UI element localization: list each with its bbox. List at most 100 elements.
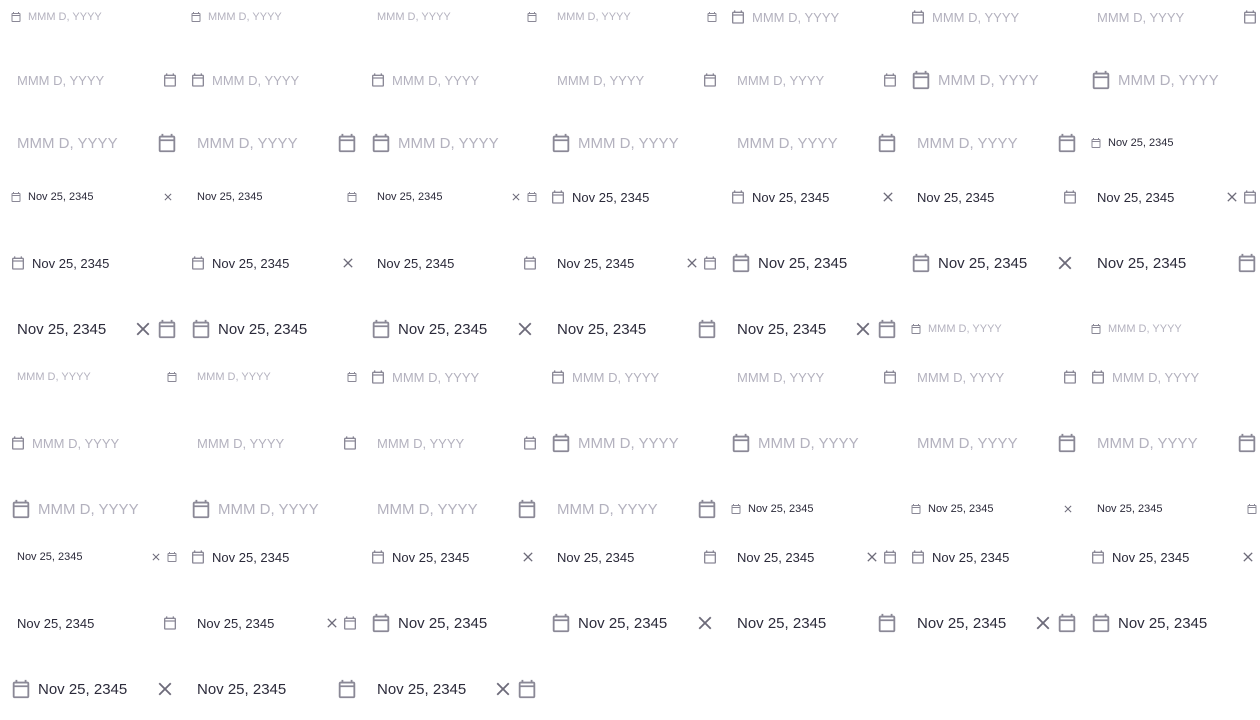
date-picker[interactable]: Nov 25, 2345 xyxy=(370,253,538,273)
date-picker[interactable]: Nov 25, 2345 xyxy=(550,187,718,207)
calendar-icon[interactable] xyxy=(876,612,898,634)
close-icon[interactable] xyxy=(1240,549,1256,565)
date-picker[interactable]: MMM D, YYYY xyxy=(1090,367,1258,387)
calendar-icon[interactable] xyxy=(730,9,746,25)
close-icon[interactable] xyxy=(510,191,522,203)
date-picker[interactable]: Nov 25, 2345 xyxy=(370,547,538,567)
date-picker[interactable]: Nov 25, 2345 xyxy=(10,190,178,204)
date-picker[interactable]: MMM D, YYYY xyxy=(370,130,538,156)
calendar-icon[interactable] xyxy=(342,615,358,631)
calendar-icon[interactable] xyxy=(882,549,898,565)
close-icon[interactable] xyxy=(514,318,536,340)
date-picker[interactable]: MMM D, YYYY xyxy=(370,70,538,90)
calendar-icon[interactable] xyxy=(370,612,392,634)
calendar-icon[interactable] xyxy=(336,132,358,154)
calendar-icon[interactable] xyxy=(730,189,746,205)
calendar-icon[interactable] xyxy=(1056,432,1078,454)
date-picker[interactable]: MMM D, YYYY xyxy=(910,130,1078,156)
calendar-icon[interactable] xyxy=(166,371,178,383)
date-picker[interactable]: MMM D, YYYY xyxy=(550,367,718,387)
calendar-icon[interactable] xyxy=(882,72,898,88)
calendar-icon[interactable] xyxy=(346,191,358,203)
date-picker[interactable]: Nov 25, 2345 xyxy=(730,502,898,516)
calendar-icon[interactable] xyxy=(730,432,752,454)
date-picker[interactable]: Nov 25, 2345 xyxy=(730,547,898,567)
close-icon[interactable] xyxy=(694,612,716,634)
date-picker[interactable]: MMM D, YYYY xyxy=(910,430,1078,456)
calendar-icon[interactable] xyxy=(10,255,26,271)
date-picker[interactable]: Nov 25, 2345 xyxy=(550,547,718,567)
date-picker[interactable]: Nov 25, 2345 xyxy=(910,250,1078,276)
date-picker[interactable]: MMM D, YYYY xyxy=(10,10,178,24)
date-picker[interactable]: MMM D, YYYY xyxy=(550,430,718,456)
calendar-icon[interactable] xyxy=(910,252,932,274)
close-icon[interactable] xyxy=(520,549,536,565)
calendar-icon[interactable] xyxy=(370,549,386,565)
date-picker[interactable]: Nov 25, 2345 xyxy=(910,502,1078,516)
calendar-icon[interactable] xyxy=(10,435,26,451)
date-picker[interactable]: MMM D, YYYY xyxy=(1090,430,1258,456)
calendar-icon[interactable] xyxy=(730,252,752,274)
calendar-icon[interactable] xyxy=(370,72,386,88)
date-picker[interactable]: MMM D, YYYY xyxy=(730,130,898,156)
calendar-icon[interactable] xyxy=(550,189,566,205)
date-picker[interactable]: Nov 25, 2345 xyxy=(190,613,358,633)
calendar-icon[interactable] xyxy=(1242,9,1258,25)
date-picker[interactable]: Nov 25, 2345 xyxy=(910,547,1078,567)
calendar-icon[interactable] xyxy=(526,191,538,203)
close-icon[interactable] xyxy=(1224,189,1240,205)
date-picker[interactable]: Nov 25, 2345 xyxy=(550,316,718,342)
calendar-icon[interactable] xyxy=(910,69,932,91)
calendar-icon[interactable] xyxy=(550,612,572,634)
date-picker[interactable]: Nov 25, 2345 xyxy=(1090,187,1258,207)
calendar-icon[interactable] xyxy=(370,132,392,154)
date-picker[interactable]: MMM D, YYYY xyxy=(370,496,538,522)
date-picker[interactable]: Nov 25, 2345 xyxy=(550,610,718,636)
calendar-icon[interactable] xyxy=(516,678,538,700)
calendar-icon[interactable] xyxy=(1246,503,1258,515)
date-picker[interactable]: MMM D, YYYY xyxy=(10,70,178,90)
date-picker[interactable]: Nov 25, 2345 xyxy=(550,253,718,273)
date-picker[interactable]: MMM D, YYYY xyxy=(730,367,898,387)
date-picker[interactable]: MMM D, YYYY xyxy=(190,433,358,453)
date-picker[interactable]: MMM D, YYYY xyxy=(190,370,358,384)
calendar-icon[interactable] xyxy=(10,498,32,520)
date-picker[interactable]: Nov 25, 2345 xyxy=(730,316,898,342)
date-picker[interactable]: Nov 25, 2345 xyxy=(370,190,538,204)
calendar-icon[interactable] xyxy=(550,132,572,154)
calendar-icon[interactable] xyxy=(910,503,922,515)
close-icon[interactable] xyxy=(150,551,162,563)
calendar-icon[interactable] xyxy=(336,678,358,700)
date-picker[interactable]: MMM D, YYYY xyxy=(10,370,178,384)
date-picker[interactable]: Nov 25, 2345 xyxy=(190,190,358,204)
date-picker[interactable]: MMM D, YYYY xyxy=(550,70,718,90)
calendar-icon[interactable] xyxy=(730,503,742,515)
calendar-icon[interactable] xyxy=(910,549,926,565)
calendar-icon[interactable] xyxy=(190,255,206,271)
date-picker[interactable]: Nov 25, 2345 xyxy=(370,676,538,702)
date-picker[interactable]: Nov 25, 2345 xyxy=(910,610,1078,636)
date-picker[interactable]: MMM D, YYYY xyxy=(1090,7,1258,27)
calendar-icon[interactable] xyxy=(706,11,718,23)
date-picker[interactable]: Nov 25, 2345 xyxy=(1090,610,1258,636)
calendar-icon[interactable] xyxy=(550,432,572,454)
close-icon[interactable] xyxy=(154,678,176,700)
calendar-icon[interactable] xyxy=(1090,323,1102,335)
calendar-icon[interactable] xyxy=(1090,137,1102,149)
date-picker[interactable]: Nov 25, 2345 xyxy=(10,676,178,702)
date-picker[interactable]: MMM D, YYYY xyxy=(730,7,898,27)
close-icon[interactable] xyxy=(1062,503,1074,515)
date-picker[interactable]: Nov 25, 2345 xyxy=(1090,547,1258,567)
close-icon[interactable] xyxy=(162,191,174,203)
calendar-icon[interactable] xyxy=(702,549,718,565)
calendar-icon[interactable] xyxy=(1236,432,1258,454)
calendar-icon[interactable] xyxy=(156,132,178,154)
date-picker[interactable]: MMM D, YYYY xyxy=(910,367,1078,387)
date-picker[interactable]: Nov 25, 2345 xyxy=(730,250,898,276)
date-picker[interactable]: MMM D, YYYY xyxy=(910,67,1078,93)
date-picker[interactable]: Nov 25, 2345 xyxy=(730,610,898,636)
calendar-icon[interactable] xyxy=(1056,612,1078,634)
date-picker[interactable]: Nov 25, 2345 xyxy=(190,547,358,567)
date-picker[interactable]: MMM D, YYYY xyxy=(730,70,898,90)
calendar-icon[interactable] xyxy=(1090,69,1112,91)
